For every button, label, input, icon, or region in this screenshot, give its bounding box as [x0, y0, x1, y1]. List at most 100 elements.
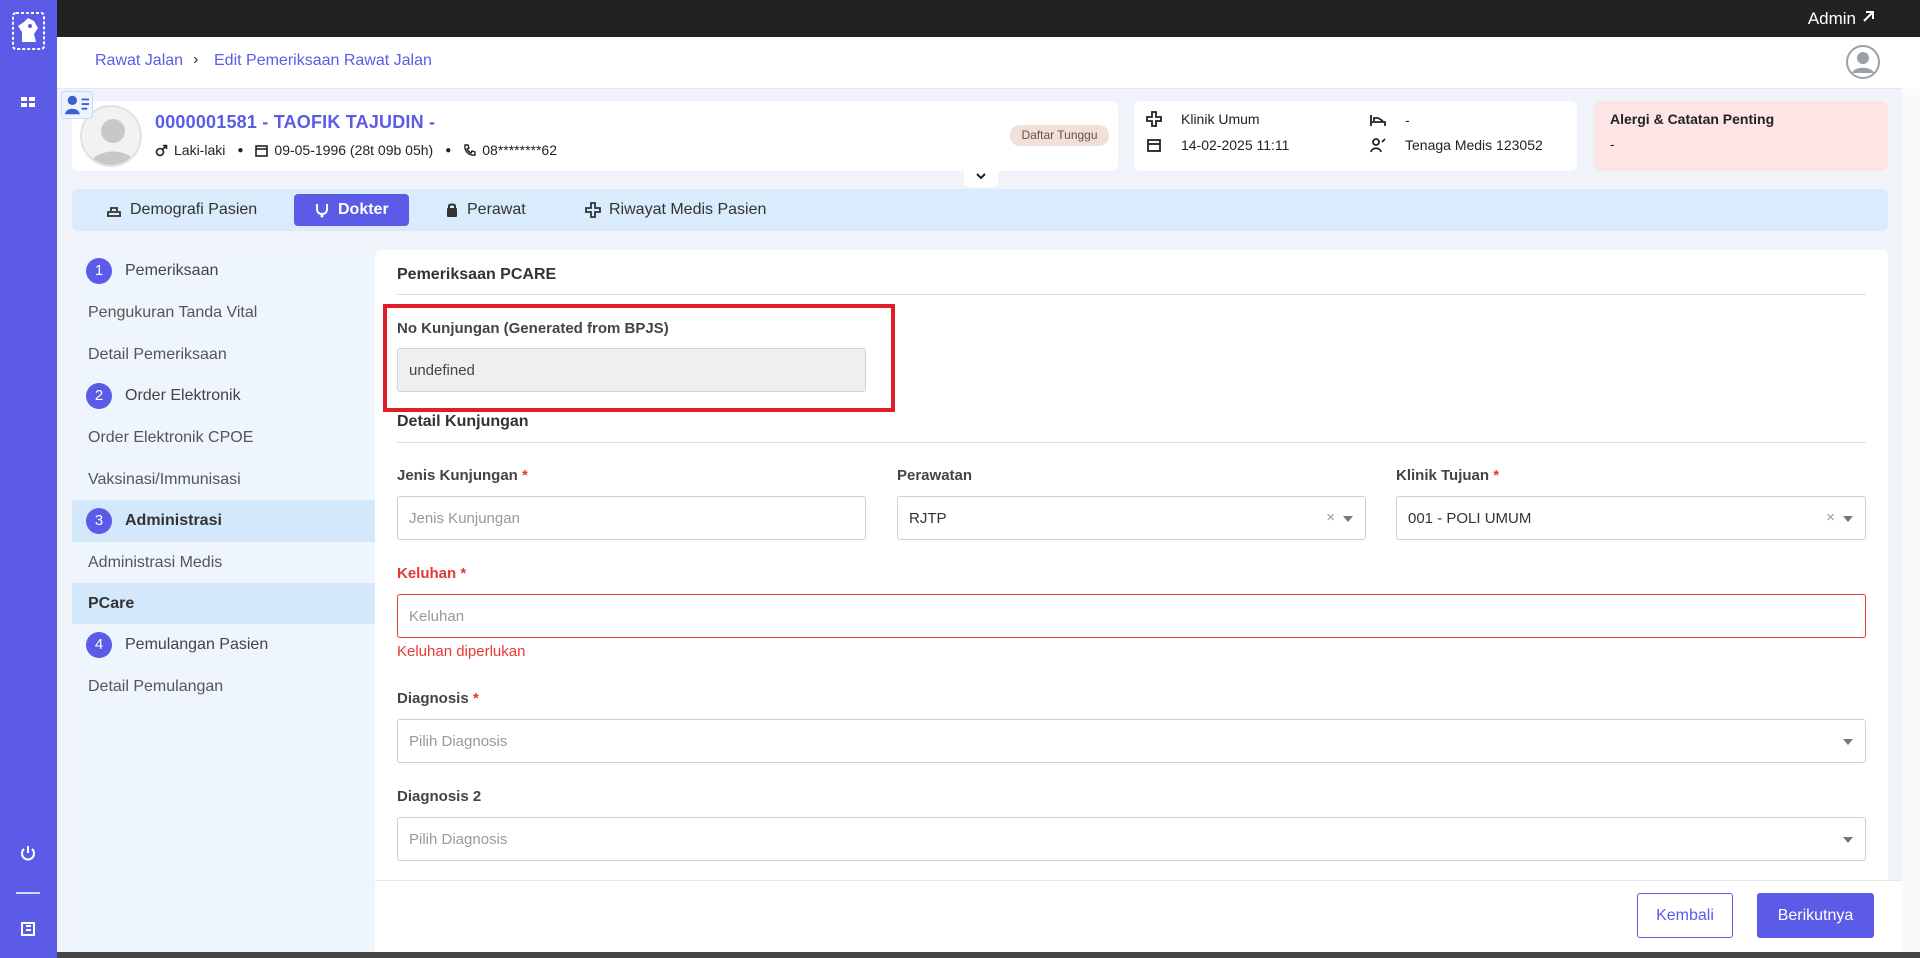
- visit-room: -: [1405, 112, 1410, 128]
- step-number: 2: [86, 383, 112, 409]
- diagnosis-label: Diagnosis *: [397, 690, 479, 707]
- required-mark: *: [472, 690, 479, 707]
- caret-down-icon[interactable]: [1843, 516, 1853, 522]
- bed-icon: [1370, 115, 1386, 126]
- caret-down-icon[interactable]: [1843, 739, 1853, 745]
- male-icon: [155, 144, 168, 156]
- keluhan-label: Keluhan *: [397, 565, 466, 582]
- section-divider: [397, 442, 1866, 443]
- expand-patient-toggle[interactable]: [964, 171, 998, 187]
- phone-icon: [464, 143, 476, 156]
- clear-icon[interactable]: ×: [1826, 509, 1835, 526]
- doctor-icon: [316, 204, 328, 218]
- medical-cross-icon: [585, 202, 601, 218]
- step-label: PCare: [88, 595, 135, 612]
- step-label: Order Elektronik: [125, 387, 241, 404]
- app-rail: [0, 0, 57, 958]
- diagnosis2-select[interactable]: Pilih Diagnosis: [397, 817, 1866, 861]
- perawatan-select[interactable]: RJTP ×: [897, 496, 1366, 540]
- top-bar: Admin: [57, 0, 1920, 37]
- step-pcare[interactable]: PCare: [72, 583, 375, 624]
- patient-title: 0000001581 - TAOFIK TAJUDIN -: [155, 112, 436, 132]
- allergy-title: Alergi & Catatan Penting: [1610, 111, 1775, 127]
- medical-staff-icon: [1370, 138, 1386, 153]
- caret-down-icon[interactable]: [1843, 837, 1853, 843]
- step-label: Administrasi: [125, 512, 222, 529]
- clear-icon[interactable]: ×: [1326, 509, 1335, 526]
- step-order-elektronik[interactable]: 2 Order Elektronik: [72, 375, 375, 417]
- klinik-tujuan-select[interactable]: 001 - POLI UMUM ×: [1396, 496, 1866, 540]
- tab-riwayat-medis[interactable]: Riwayat Medis Pasien: [565, 194, 786, 226]
- step-administrasi[interactable]: 3 Administrasi: [72, 500, 375, 542]
- section-detail-kunjungan: Detail Kunjungan: [397, 413, 529, 430]
- step-vaksinasi[interactable]: Vaksinasi/Immunisasi: [88, 471, 241, 489]
- allergy-value: -: [1610, 136, 1615, 152]
- breadcrumb-current: Edit Pemeriksaan Rawat Jalan: [214, 52, 432, 69]
- step-pengukuran-tanda-vital[interactable]: Pengukuran Tanda Vital: [88, 304, 257, 322]
- breadcrumb-rawat-jalan[interactable]: Rawat Jalan: [95, 52, 183, 70]
- clinic-cross-icon: [1146, 111, 1162, 127]
- page-header: Rawat Jalan › Edit Pemeriksaan Rawat Jal…: [57, 37, 1902, 89]
- next-button[interactable]: Berikutnya: [1757, 893, 1874, 938]
- patient-phone: 08********62: [482, 142, 557, 158]
- doctor-card-icon[interactable]: [61, 91, 93, 119]
- tab-dokter[interactable]: Dokter: [294, 194, 409, 226]
- bottom-strip: [57, 952, 1920, 958]
- user-name[interactable]: Admin: [1808, 9, 1856, 29]
- visit-clinic: Klinik Umum: [1181, 111, 1260, 127]
- jenis-kunjungan-input[interactable]: Jenis Kunjungan: [397, 496, 866, 540]
- step-number: 3: [86, 508, 112, 534]
- tab-demografi-pasien[interactable]: Demografi Pasien: [86, 194, 277, 226]
- select-value: 001 - POLI UMUM: [1408, 509, 1532, 527]
- patient-dob: 09-05-1996 (28t 09b 05h): [274, 142, 434, 158]
- power-icon[interactable]: [19, 844, 37, 862]
- app-logo-icon[interactable]: [12, 12, 45, 50]
- section-divider: [397, 294, 1866, 295]
- diagnosis-select[interactable]: Pilih Diagnosis: [397, 719, 1866, 763]
- tab-label: Demografi Pasien: [130, 201, 258, 218]
- step-pemulangan-pasien[interactable]: 4 Pemulangan Pasien: [72, 624, 375, 666]
- klinik-tujuan-label: Klinik Tujuan *: [1396, 467, 1499, 484]
- select-placeholder: Pilih Diagnosis: [409, 830, 508, 848]
- report-icon[interactable]: [20, 921, 36, 937]
- breadcrumb-separator-icon: ›: [193, 51, 199, 68]
- perawatan-label: Perawatan: [897, 467, 973, 484]
- meta-separator: ●: [237, 144, 244, 156]
- required-mark: *: [522, 467, 528, 484]
- step-pemeriksaan[interactable]: 1 Pemeriksaan: [72, 250, 375, 292]
- status-badge: Daftar Tunggu: [1010, 125, 1109, 146]
- caret-down-icon[interactable]: [1343, 516, 1353, 522]
- step-number: 4: [86, 632, 112, 658]
- select-value: RJTP: [909, 509, 947, 527]
- step-administrasi-medis[interactable]: Administrasi Medis: [88, 554, 222, 572]
- section-pemeriksaan-pcare: Pemeriksaan PCARE: [397, 266, 557, 283]
- calendar-icon: [1147, 139, 1161, 152]
- label-text: Klinik Tujuan: [1396, 467, 1490, 484]
- step-order-elektronik-cpoe[interactable]: Order Elektronik CPOE: [88, 429, 253, 447]
- back-button[interactable]: Kembali: [1637, 893, 1733, 938]
- highlight-annotation: [383, 304, 895, 412]
- calendar-icon: [255, 144, 269, 157]
- patient-meta: Laki-laki ● 09-05-1996 (28t 09b 05h) ● 0…: [155, 142, 557, 158]
- dashboard-grid-icon[interactable]: [20, 94, 36, 110]
- required-mark: *: [1493, 467, 1500, 484]
- visit-datetime: 14-02-2025 11:11: [1181, 137, 1290, 153]
- tab-label: Perawat: [467, 201, 526, 218]
- patient-gender: Laki-laki: [174, 142, 226, 158]
- label-text: Keluhan: [397, 565, 457, 582]
- visit-staff: Tenaga Medis 123052: [1405, 137, 1543, 153]
- step-label: Pemeriksaan: [125, 262, 219, 279]
- label-text: Jenis Kunjungan: [397, 467, 518, 484]
- step-detail-pemeriksaan[interactable]: Detail Pemeriksaan: [88, 346, 227, 364]
- step-label: Pemulangan Pasien: [125, 636, 269, 653]
- label-text: Diagnosis: [397, 690, 469, 707]
- tab-label: Dokter: [338, 201, 389, 218]
- step-detail-pemulangan[interactable]: Detail Pemulangan: [88, 678, 223, 696]
- external-link-icon[interactable]: [1860, 9, 1876, 25]
- required-mark: *: [460, 565, 467, 582]
- keluhan-input[interactable]: Keluhan: [397, 594, 1866, 638]
- step-number: 1: [86, 258, 112, 284]
- select-placeholder: Pilih Diagnosis: [409, 732, 508, 750]
- tab-perawat[interactable]: Perawat: [425, 194, 546, 226]
- tab-label: Riwayat Medis Pasien: [609, 201, 767, 218]
